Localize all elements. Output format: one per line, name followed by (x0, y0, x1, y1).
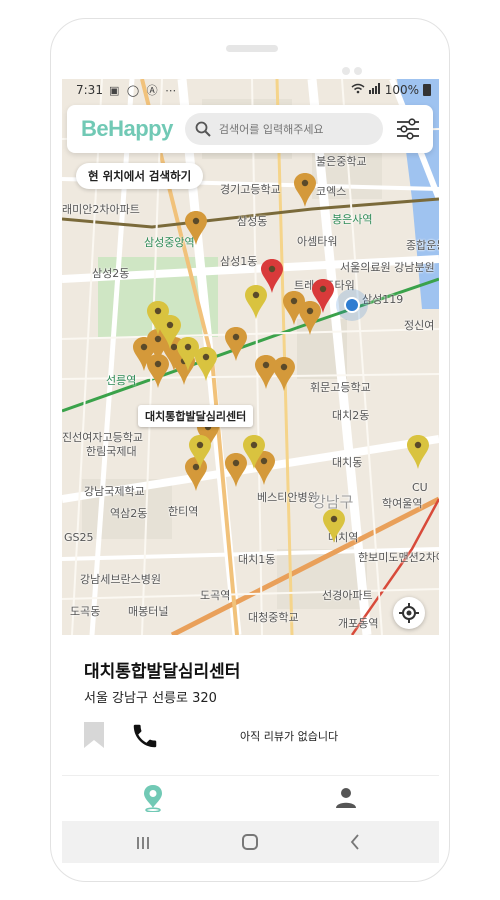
current-location-dot (344, 297, 360, 313)
recent-apps-icon (137, 837, 149, 849)
map-pin (299, 301, 321, 335)
filter-sliders-icon (396, 118, 419, 140)
map-pin (185, 211, 207, 245)
battery-percent: 100% (384, 83, 419, 97)
home-button[interactable] (242, 834, 258, 850)
app-bar: BeHappy (67, 105, 433, 153)
map-pin (185, 457, 207, 491)
wifi-icon (351, 83, 365, 97)
phone-icon (133, 724, 157, 748)
map-pin (323, 509, 345, 543)
phone-camera (342, 67, 350, 75)
review-status: 아직 리뷰가 없습니다 (240, 730, 339, 743)
tab-map[interactable] (142, 784, 164, 813)
place-address: 서울 강남구 선릉로 320 (84, 691, 217, 706)
phone-speaker (226, 45, 278, 52)
status-bar: 7:31 ▣ ◯ Ⓐ ⋯ 100% (62, 79, 439, 101)
map-pin (255, 355, 277, 389)
selected-place-callout[interactable]: 대치통합발달심리센터 (138, 405, 254, 427)
map-pin (225, 327, 247, 361)
map-pin-selected (261, 259, 283, 293)
bottom-tab-bar (62, 775, 439, 821)
crosshair-icon (399, 603, 419, 623)
notification-icons: ▣ ◯ Ⓐ ⋯ (108, 84, 179, 97)
recent-apps-button[interactable] (136, 835, 150, 849)
map-pin (147, 354, 169, 388)
app-screen: 불은중학교 경기고등학교 코엑스 래미안2차아파트 삼성중앙역 봉은사역 삼성동… (62, 79, 439, 863)
map-pin (294, 173, 316, 207)
search-input[interactable] (218, 122, 379, 136)
phone-sensor (354, 67, 362, 75)
filter-button[interactable] (395, 116, 421, 142)
battery-icon (423, 84, 431, 96)
map-view[interactable]: 불은중학교 경기고등학교 코엑스 래미안2차아파트 삼성중앙역 봉은사역 삼성동… (62, 79, 439, 635)
map-pin (245, 285, 267, 319)
map-pin (273, 357, 295, 391)
map-pin (407, 435, 429, 469)
place-detail-sheet: 대치통합발달심리센터 서울 강남구 선릉로 320 아직 리뷰가 없습니다 (62, 635, 439, 775)
place-name: 대치통합발달심리센터 (84, 662, 241, 682)
my-location-button[interactable] (393, 597, 425, 629)
status-time: 7:31 (76, 83, 103, 97)
search-icon (195, 121, 211, 137)
system-nav-bar (62, 821, 439, 863)
call-button[interactable] (130, 721, 160, 751)
bookmark-icon (84, 722, 104, 748)
tab-profile[interactable] (334, 786, 358, 810)
signal-icon (368, 83, 381, 97)
back-chevron-icon (350, 834, 359, 850)
map-pin (195, 347, 217, 381)
person-icon (336, 788, 356, 808)
search-box[interactable] (184, 113, 383, 145)
search-this-area-button[interactable]: 현 위치에서 검색하기 (76, 163, 204, 189)
app-logo: BeHappy (81, 116, 173, 141)
location-pin-icon (144, 785, 162, 813)
bookmark-button[interactable] (84, 722, 104, 748)
back-button[interactable] (350, 834, 360, 850)
map-pin (225, 453, 247, 487)
